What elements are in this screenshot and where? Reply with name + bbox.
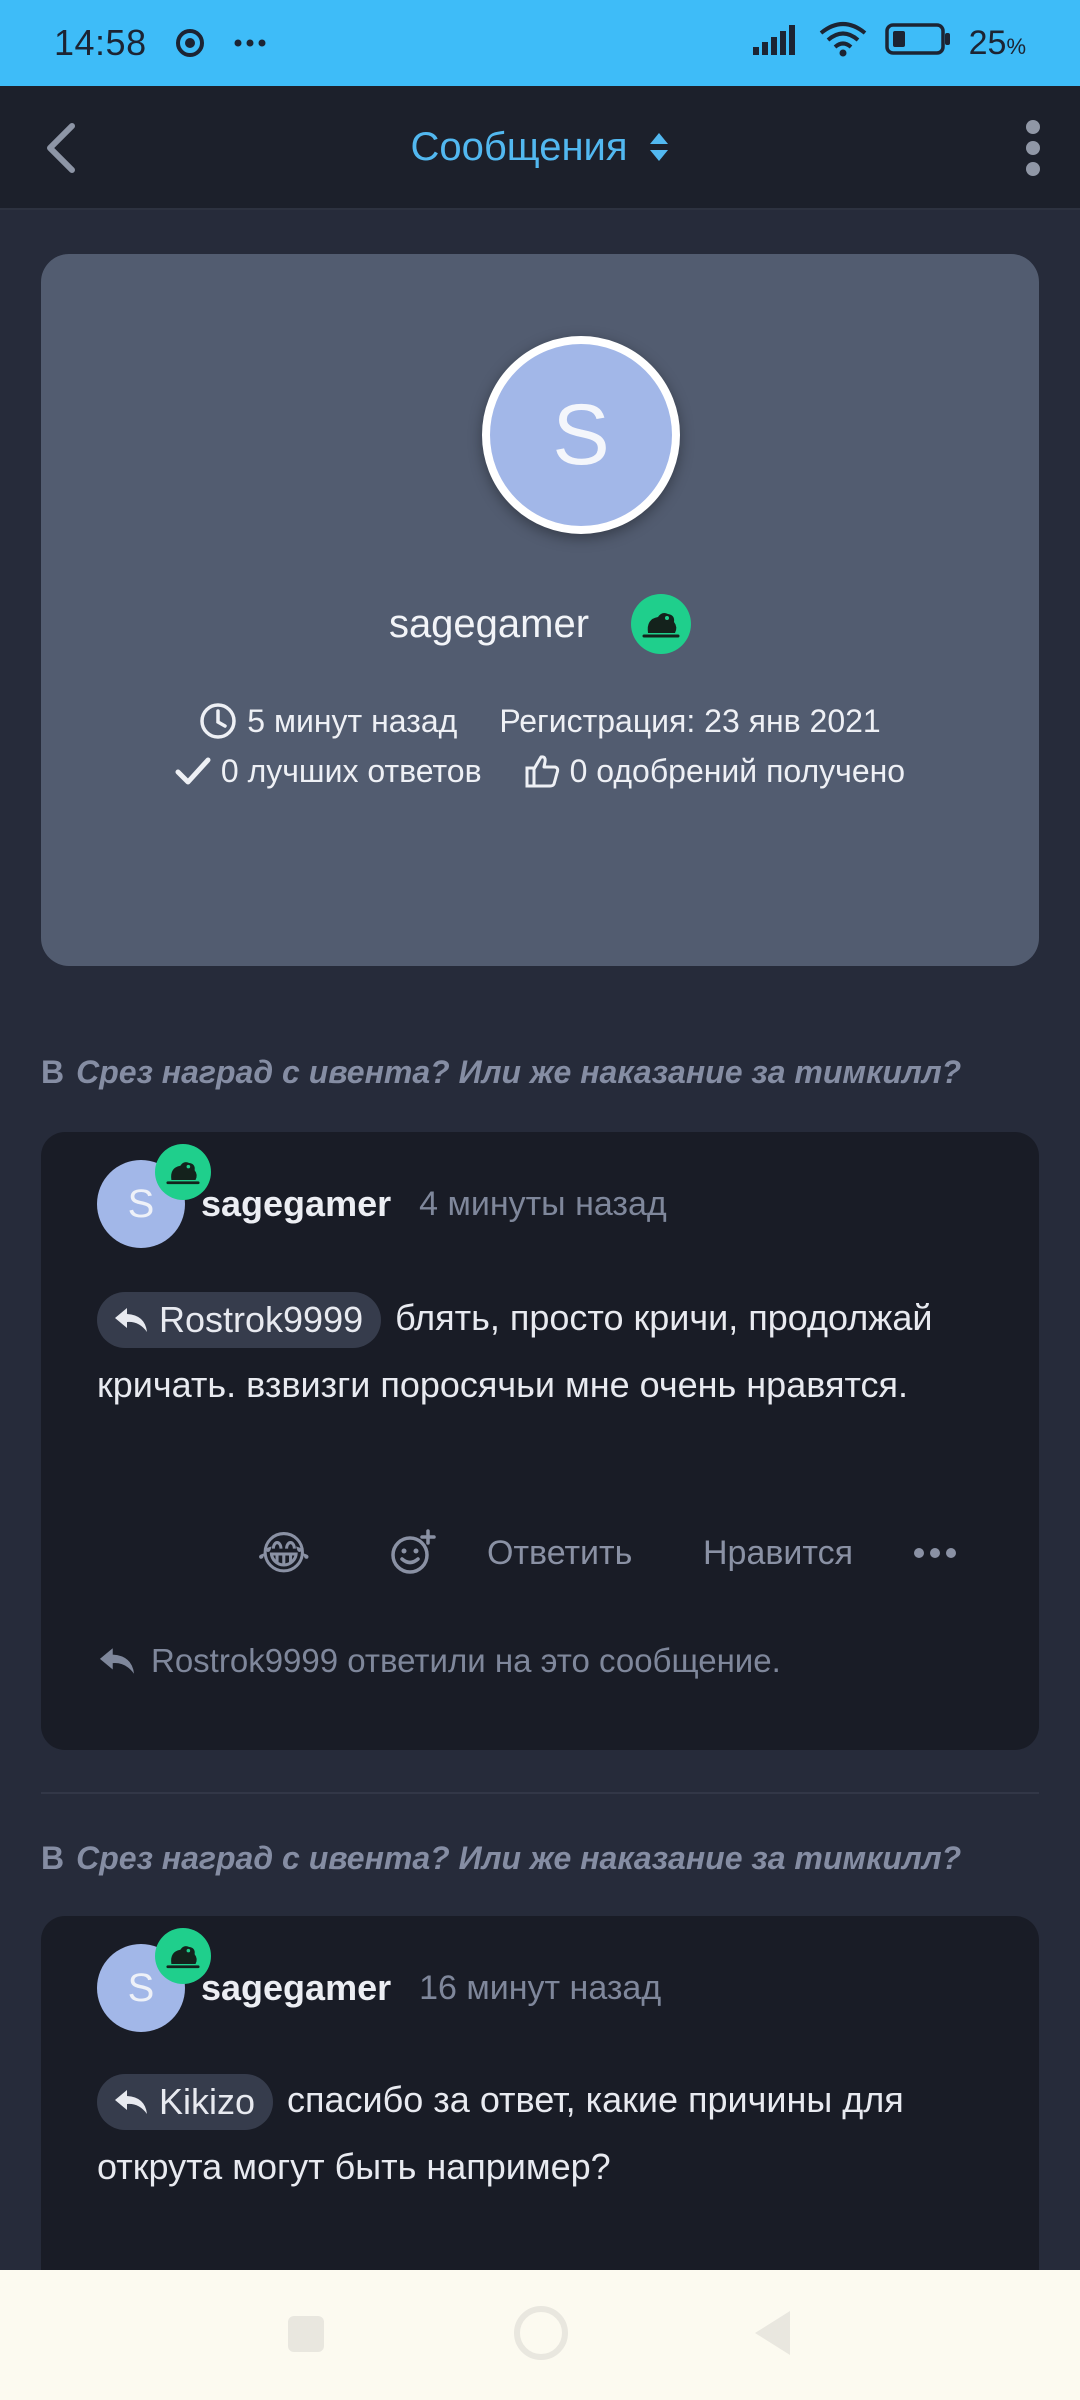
recents-button[interactable] — [286, 2314, 326, 2354]
like-button[interactable]: Нравится — [703, 1534, 853, 1573]
more-dots-icon — [233, 38, 267, 48]
chevron-left-icon — [47, 123, 75, 173]
author-avatar[interactable]: S — [97, 1928, 211, 2032]
registration-date: Регистрация: 23 янв 2021 — [499, 702, 881, 739]
divider — [41, 1792, 1039, 1794]
back-nav-button[interactable] — [752, 2308, 792, 2358]
square-icon — [288, 2316, 324, 2352]
status-bar: 14:58 25% — [0, 0, 1080, 86]
app-header: Сообщения — [0, 86, 1080, 210]
clock: 14:58 — [54, 22, 147, 63]
reaction-laugh[interactable]: 😂 — [257, 1526, 311, 1580]
thread-prefix: В — [41, 1054, 65, 1090]
likes-received: 0 одобрений получено — [524, 752, 906, 790]
mention-username: Kikizo — [159, 2081, 256, 2123]
profile-card: S sagegamer 5 минут назад Регистрация: 2… — [41, 254, 1039, 966]
system-nav-bar — [0, 2270, 1080, 2400]
avatar-letter: S — [552, 386, 610, 483]
post-body: Rostrok9999 блять, просто кричи, продолж… — [97, 1284, 997, 1418]
profile-name-row: sagegamer — [41, 594, 1039, 654]
post-author[interactable]: sagegamer — [201, 1183, 391, 1225]
section-dropdown[interactable]: Сообщения — [410, 125, 669, 170]
back-button[interactable] — [30, 116, 94, 180]
post-body: Kikizo спасибо за ответ, какие причины д… — [97, 2066, 997, 2200]
add-reaction-button[interactable] — [389, 1529, 437, 1577]
post-card: S sagegamer 16 минут назад Kikizo спасиб… — [41, 1916, 1039, 2316]
add-emoji-icon — [391, 1529, 436, 1574]
post-header: S sagegamer 16 минут назад — [97, 1928, 661, 2032]
thread-title: Срез наград с ивента? Или же наказание з… — [76, 1054, 962, 1090]
last-seen-text: 5 минут назад — [247, 702, 458, 739]
overflow-menu-button[interactable] — [1008, 114, 1058, 182]
thread-title: Срез наград с ивента? Или же наказание з… — [76, 1840, 962, 1876]
post-more-button[interactable] — [913, 1547, 957, 1559]
post-author[interactable]: sagegamer — [201, 1967, 391, 2009]
post-time[interactable]: 16 минут назад — [419, 1969, 661, 2008]
post-actions: 😂 Ответить Нравится — [41, 1526, 1039, 1580]
post-time[interactable]: 4 минуты назад — [419, 1185, 667, 1224]
more-horizontal-icon — [914, 1548, 956, 1558]
chrome-icon — [175, 28, 205, 58]
best-answers: 0 лучших ответов — [175, 753, 482, 790]
last-seen: 5 минут назад — [199, 702, 457, 740]
dot — [1026, 120, 1040, 134]
profile-username[interactable]: sagegamer — [389, 602, 589, 647]
best-answers-text: 0 лучших ответов — [220, 752, 482, 789]
thread-prefix: В — [41, 1840, 65, 1876]
avatar-letter: S — [127, 1181, 155, 1226]
thread-link[interactable]: В Срез наград с ивента? Или же наказание … — [41, 1054, 961, 1091]
signal-icon — [752, 22, 801, 64]
circle-icon — [514, 2306, 568, 2360]
frog-badge-icon — [155, 1144, 211, 1200]
profile-avatar[interactable]: S — [482, 336, 680, 534]
reply-arrow-icon — [99, 1648, 135, 1674]
battery-icon — [884, 22, 951, 65]
clock-icon — [200, 703, 237, 739]
checkmark-icon — [175, 757, 211, 785]
battery-level: 25% — [969, 24, 1026, 63]
dot — [1026, 141, 1040, 155]
replies-note[interactable]: Rostrok9999 ответили на это сообщение. — [97, 1642, 781, 1680]
battery-value: 25 — [968, 23, 1007, 62]
frog-badge-icon — [631, 594, 692, 654]
replies-note-text: Rostrok9999 ответили на это сообщение. — [151, 1642, 781, 1679]
profile-stats: 5 минут назад Регистрация: 23 янв 2021 0… — [41, 696, 1039, 796]
likes-text: 0 одобрений получено — [569, 752, 906, 789]
sort-arrows-icon — [649, 133, 668, 161]
reply-button[interactable]: Ответить — [487, 1534, 632, 1573]
post-header: S sagegamer 4 минуты назад — [97, 1144, 667, 1248]
reply-mention[interactable]: Rostrok9999 — [97, 1292, 382, 1349]
thumbs-up-icon — [525, 755, 559, 788]
author-avatar[interactable]: S — [97, 1144, 211, 1248]
thread-link[interactable]: В Срез наград с ивента? Или же наказание … — [41, 1840, 961, 1877]
reply-arrow-icon — [115, 1308, 147, 1333]
wifi-icon — [819, 21, 867, 66]
triangle-back-icon — [755, 2311, 790, 2355]
reply-mention[interactable]: Kikizo — [97, 2074, 274, 2131]
avatar-letter: S — [127, 1965, 155, 2010]
mention-username: Rostrok9999 — [159, 1299, 364, 1341]
dot — [1026, 162, 1040, 176]
home-button[interactable] — [512, 2304, 570, 2362]
post-card: S sagegamer 4 минуты назад Rostrok9999 б… — [41, 1132, 1039, 1750]
page-title: Сообщения — [410, 124, 628, 169]
frog-badge-icon — [155, 1928, 211, 1984]
reply-arrow-icon — [115, 2090, 147, 2115]
battery-unit: % — [1006, 33, 1026, 59]
